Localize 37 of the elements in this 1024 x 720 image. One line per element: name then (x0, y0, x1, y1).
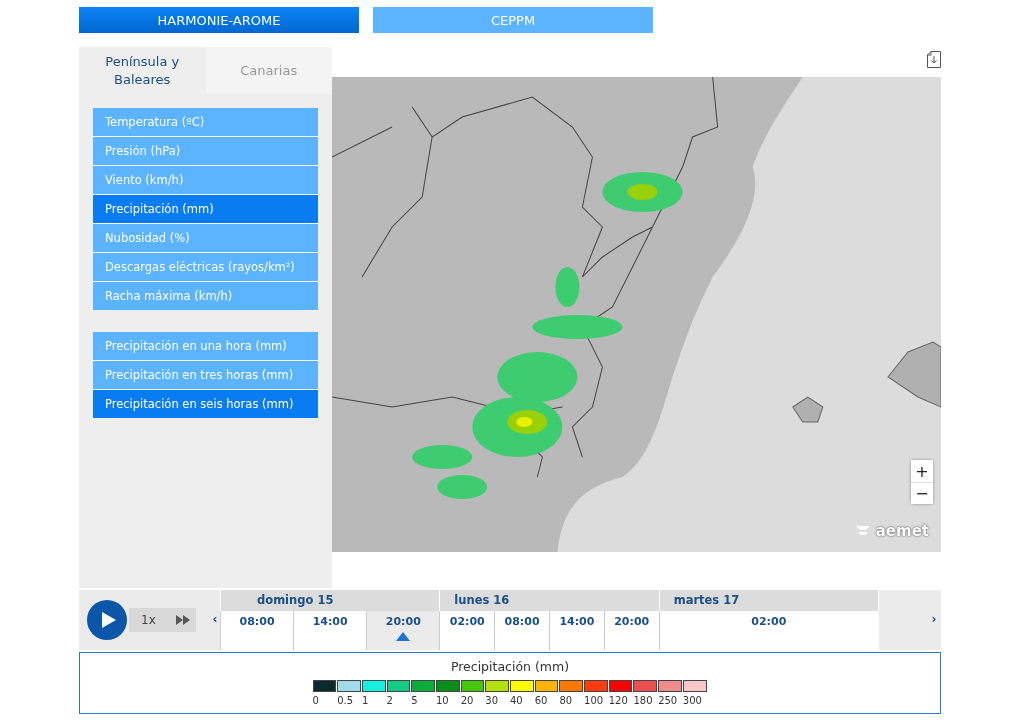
scale-label: 80 (559, 695, 574, 706)
scale-label: 2 (386, 695, 394, 706)
scale-label: 250 (658, 695, 679, 706)
scale-label: 300 (682, 695, 703, 706)
speed-control[interactable]: 1x (129, 608, 196, 632)
scale-label: 100 (584, 695, 605, 706)
logo-text: aemet (875, 522, 929, 540)
scale-label: 30 (485, 695, 500, 706)
model-tab[interactable]: HARMONIE-AROME (79, 7, 359, 33)
variable-item[interactable]: Precipitación en seis horas (mm) (93, 390, 318, 418)
day-header: domingo 15 (220, 590, 440, 611)
play-icon (101, 611, 117, 629)
day-header: martes 17 (658, 590, 878, 611)
scale-label: 10 (435, 695, 450, 706)
fast-forward-icon[interactable] (175, 615, 190, 625)
scale-label: 0 (312, 695, 320, 706)
play-button[interactable] (87, 600, 127, 640)
day-header: lunes 16 (439, 590, 659, 611)
scale-label: 0.5 (337, 695, 355, 706)
time-slot[interactable]: 20:00 (366, 611, 440, 650)
scale-label: 120 (608, 695, 629, 706)
scale-label: 60 (534, 695, 549, 706)
zoom-out-button[interactable]: − (911, 482, 933, 504)
speed-label: 1x (141, 613, 156, 627)
scale-label: 1 (361, 695, 370, 706)
scale-label: 5 (411, 695, 419, 706)
variable-item[interactable]: Precipitación (mm) (93, 195, 318, 223)
zoom-in-button[interactable]: + (911, 460, 933, 482)
legend-title: Precipitación (mm) (450, 659, 570, 674)
download-icon[interactable] (927, 51, 941, 68)
scale-label: 40 (510, 695, 524, 706)
previous-button[interactable]: ‹ (210, 612, 220, 626)
map[interactable]: + − aemet (332, 77, 941, 552)
scale-label: 20 (460, 695, 475, 706)
scale-label: 180 (633, 695, 654, 706)
next-button[interactable]: › (929, 612, 939, 626)
current-time-marker (396, 632, 411, 641)
